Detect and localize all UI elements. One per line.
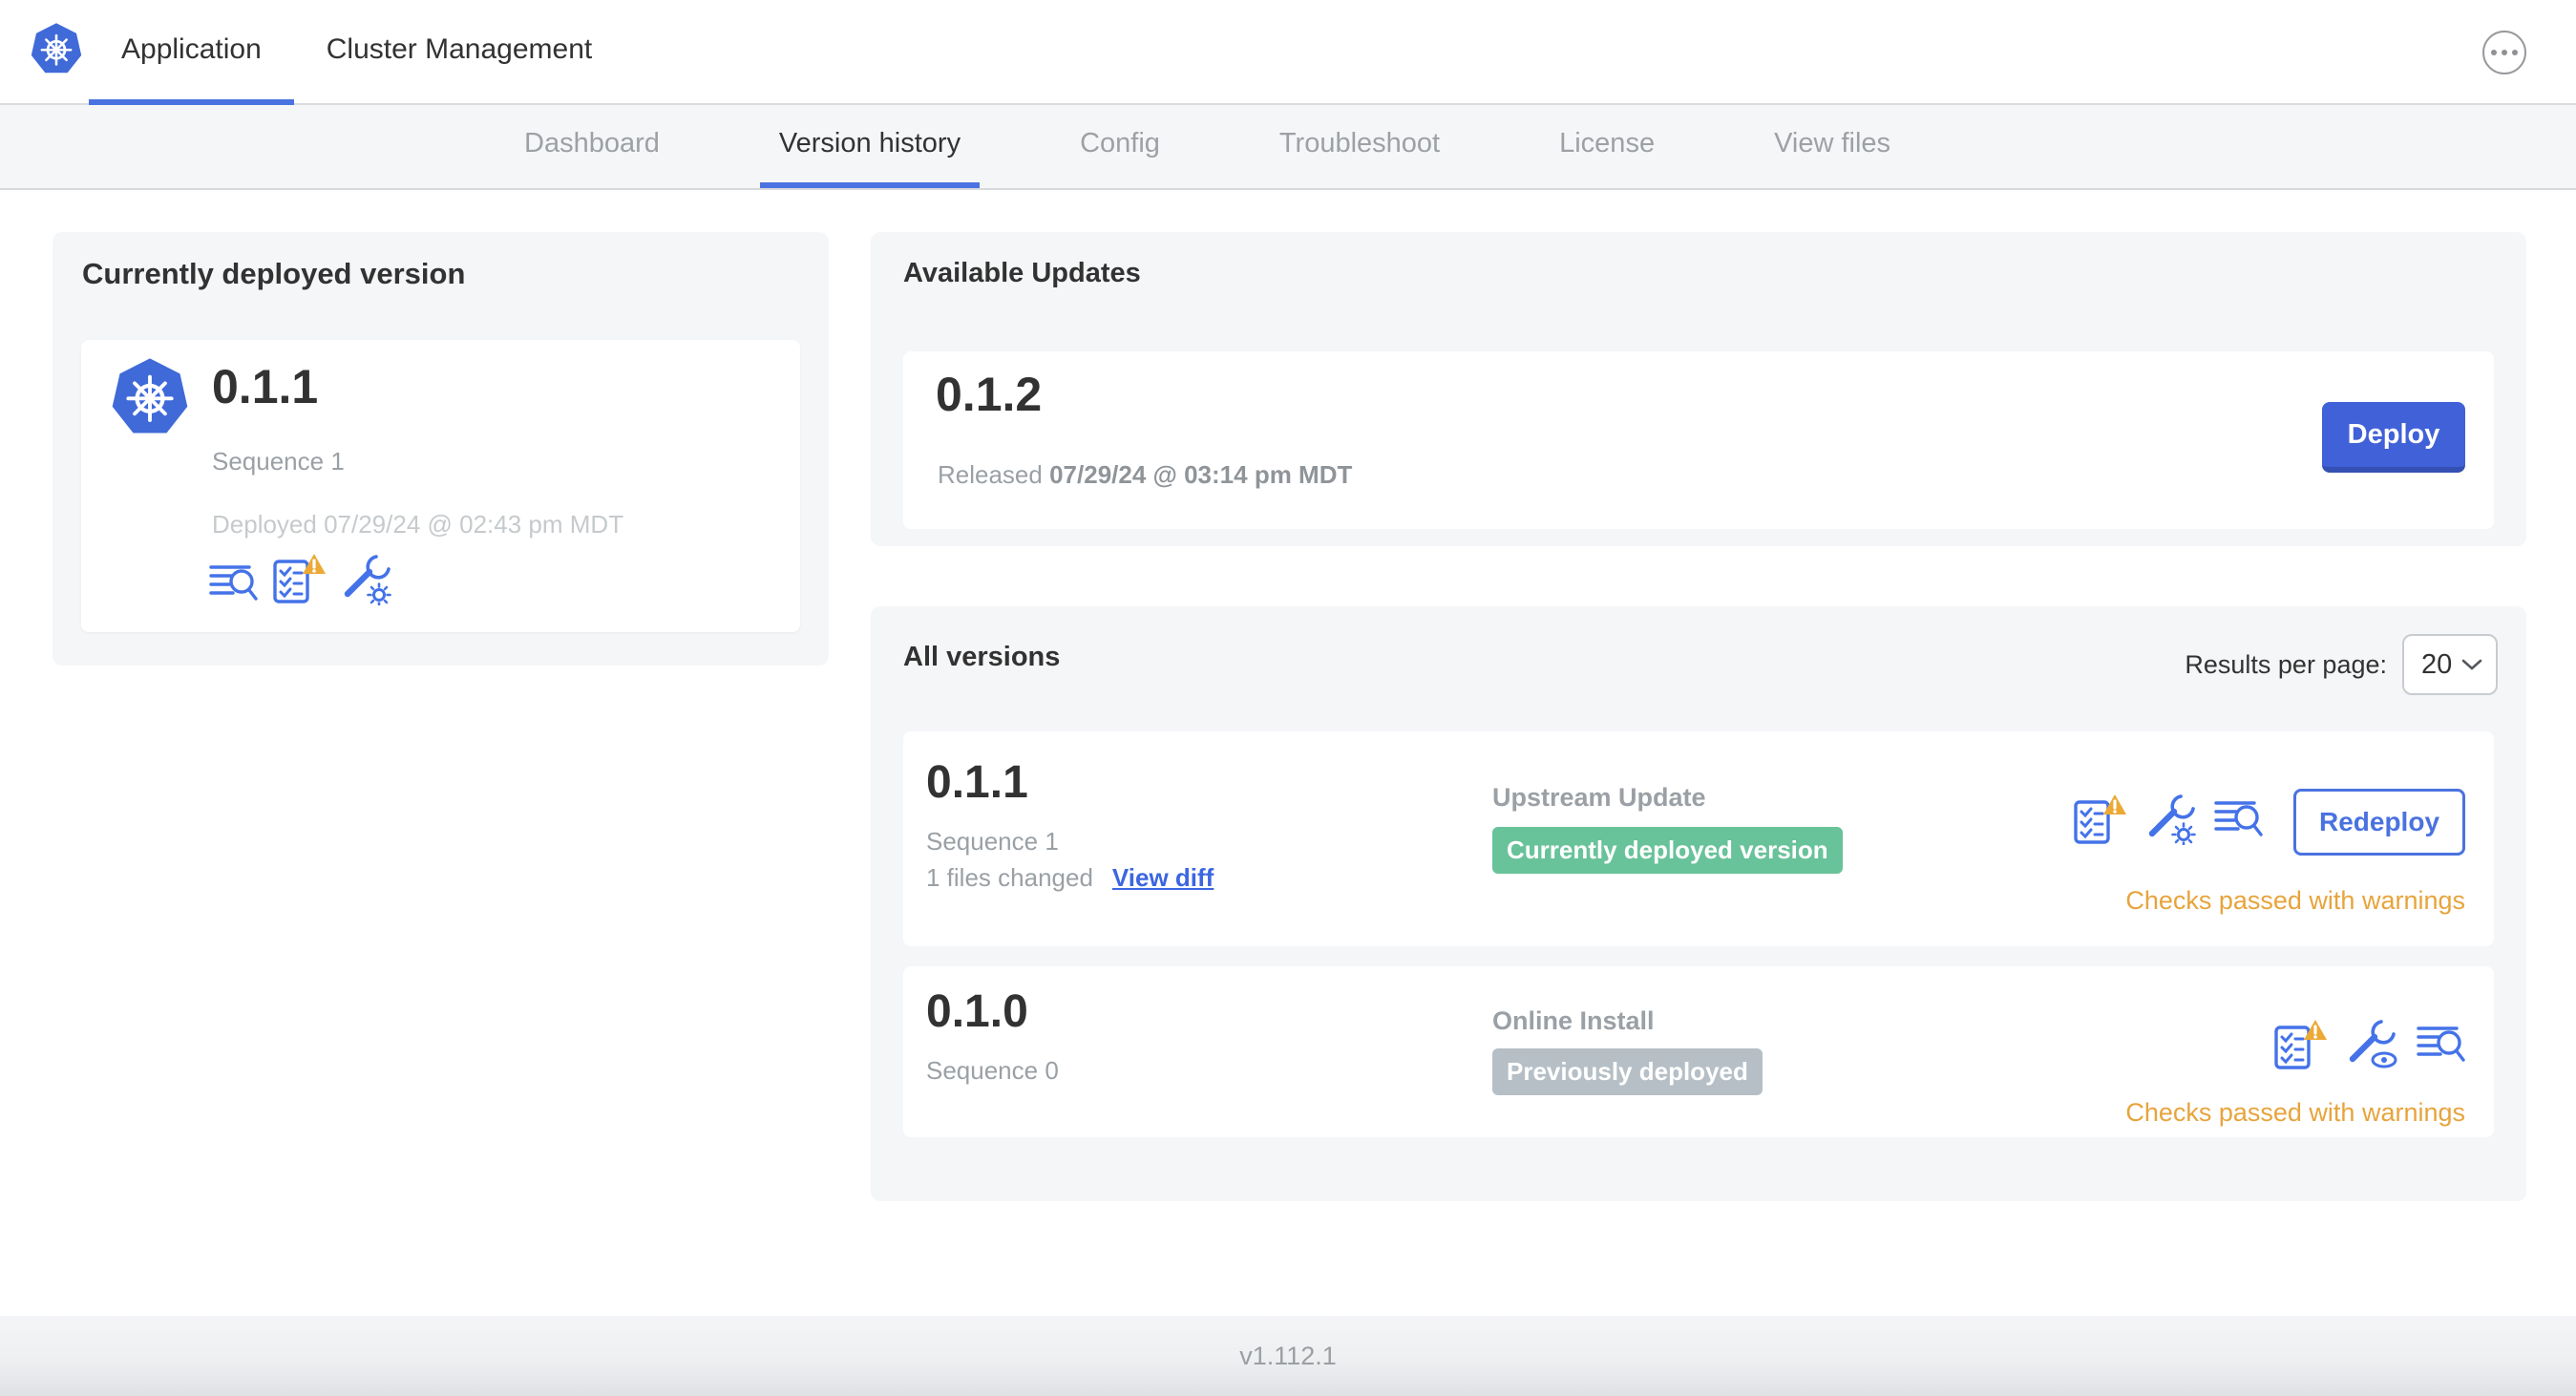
app-footer: v1.112.1: [0, 1316, 2576, 1396]
tab-license[interactable]: License: [1540, 105, 1674, 188]
deployed-card-title: Currently deployed version: [82, 257, 466, 290]
available-updates-card: Available Updates 0.1.2 Released 07/29/2…: [871, 232, 2526, 546]
row-action-icons: [2272, 1018, 2465, 1071]
tab-view-files[interactable]: View files: [1755, 105, 1910, 188]
deployed-version-panel: 0.1.1 Sequence 1 Deployed 07/29/24 @ 02:…: [81, 340, 800, 632]
deployed-sequence: Sequence 1: [212, 447, 345, 476]
kubernetes-logo: [30, 21, 83, 82]
deployed-actions: [208, 552, 391, 605]
chevron-down-icon: [2461, 658, 2482, 671]
checks-status-text: Checks passed with warnings: [2125, 1098, 2465, 1127]
row-version-number: 0.1.1: [926, 757, 1028, 808]
results-per-page-control: Results per page: 20: [2185, 634, 2498, 695]
checks-status-text: Checks passed with warnings: [2125, 886, 2465, 915]
results-per-page-select[interactable]: 20: [2402, 634, 2498, 695]
row-source-label: Upstream Update: [1492, 783, 1706, 812]
version-row-0-1-1: 0.1.1 Sequence 1 1 files changed View di…: [903, 731, 2494, 946]
app-subnav: Dashboard Version history Config Trouble…: [0, 105, 2576, 190]
tab-application[interactable]: Application: [89, 0, 294, 105]
preflight-checks-warning-icon[interactable]: [2272, 1018, 2328, 1071]
deploy-button[interactable]: Deploy: [2322, 402, 2465, 473]
row-files-changed: 1 files changed View diff: [926, 863, 1214, 893]
edit-config-icon[interactable]: [340, 554, 391, 605]
released-date: 07/29/24 @ 03:14 pm MDT: [1049, 460, 1353, 489]
app-header: Application Cluster Management: [0, 0, 2576, 105]
kubernetes-app-icon: [110, 355, 190, 443]
currently-deployed-card: Currently deployed version 0.1.1 Sequenc…: [53, 232, 829, 666]
deployed-timestamp: Deployed 07/29/24 @ 02:43 pm MDT: [212, 510, 624, 539]
redeploy-button[interactable]: Redeploy: [2293, 789, 2465, 856]
results-per-page-value: 20: [2421, 648, 2453, 680]
logs-icon[interactable]: [208, 561, 258, 605]
deployed-status-badge: Currently deployed version: [1492, 827, 1843, 874]
released-prefix: Released: [938, 460, 1043, 489]
tab-troubleshoot[interactable]: Troubleshoot: [1260, 105, 1459, 188]
available-updates-title: Available Updates: [903, 258, 1141, 288]
dot: [2491, 50, 2497, 55]
row-sequence: Sequence 1: [926, 827, 1059, 856]
preflight-checks-warning-icon[interactable]: [2072, 793, 2127, 846]
row-source-label: Online Install: [1492, 1006, 1655, 1035]
logs-icon[interactable]: [2416, 1023, 2465, 1067]
dot: [2512, 50, 2518, 55]
ellipsis-menu-icon[interactable]: [2482, 31, 2526, 74]
all-versions-card: All versions Results per page: 20 0.1.1 …: [871, 606, 2526, 1201]
row-version-number: 0.1.0: [926, 986, 1028, 1037]
row-action-icons: [2072, 793, 2263, 846]
deployed-version-number: 0.1.1: [212, 360, 319, 413]
tab-dashboard[interactable]: Dashboard: [505, 105, 679, 188]
update-released-line: Released 07/29/24 @ 03:14 pm MDT: [938, 460, 1352, 490]
previously-deployed-badge: Previously deployed: [1492, 1048, 1763, 1095]
all-versions-title: All versions: [903, 642, 1061, 672]
dot: [2502, 50, 2507, 55]
view-config-icon[interactable]: [2345, 1019, 2398, 1070]
preflight-checks-warning-icon[interactable]: [271, 552, 327, 605]
header-tabs: Application Cluster Management: [89, 0, 624, 105]
tab-cluster-management[interactable]: Cluster Management: [294, 0, 624, 105]
files-changed-label: 1 files changed: [926, 863, 1093, 892]
version-row-0-1-0: 0.1.0 Sequence 0 Online Install Previous…: [903, 966, 2494, 1137]
console-version: v1.112.1: [1239, 1341, 1337, 1370]
row-sequence: Sequence 0: [926, 1056, 1059, 1085]
results-per-page-label: Results per page:: [2185, 649, 2387, 679]
tab-version-history[interactable]: Version history: [759, 105, 981, 188]
update-version-number: 0.1.2: [936, 368, 1043, 421]
tab-config[interactable]: Config: [1061, 105, 1179, 188]
logs-icon[interactable]: [2213, 797, 2263, 841]
update-row: 0.1.2 Released 07/29/24 @ 03:14 pm MDT D…: [903, 351, 2494, 529]
edit-config-icon[interactable]: [2144, 793, 2196, 845]
view-diff-link[interactable]: View diff: [1112, 863, 1214, 893]
